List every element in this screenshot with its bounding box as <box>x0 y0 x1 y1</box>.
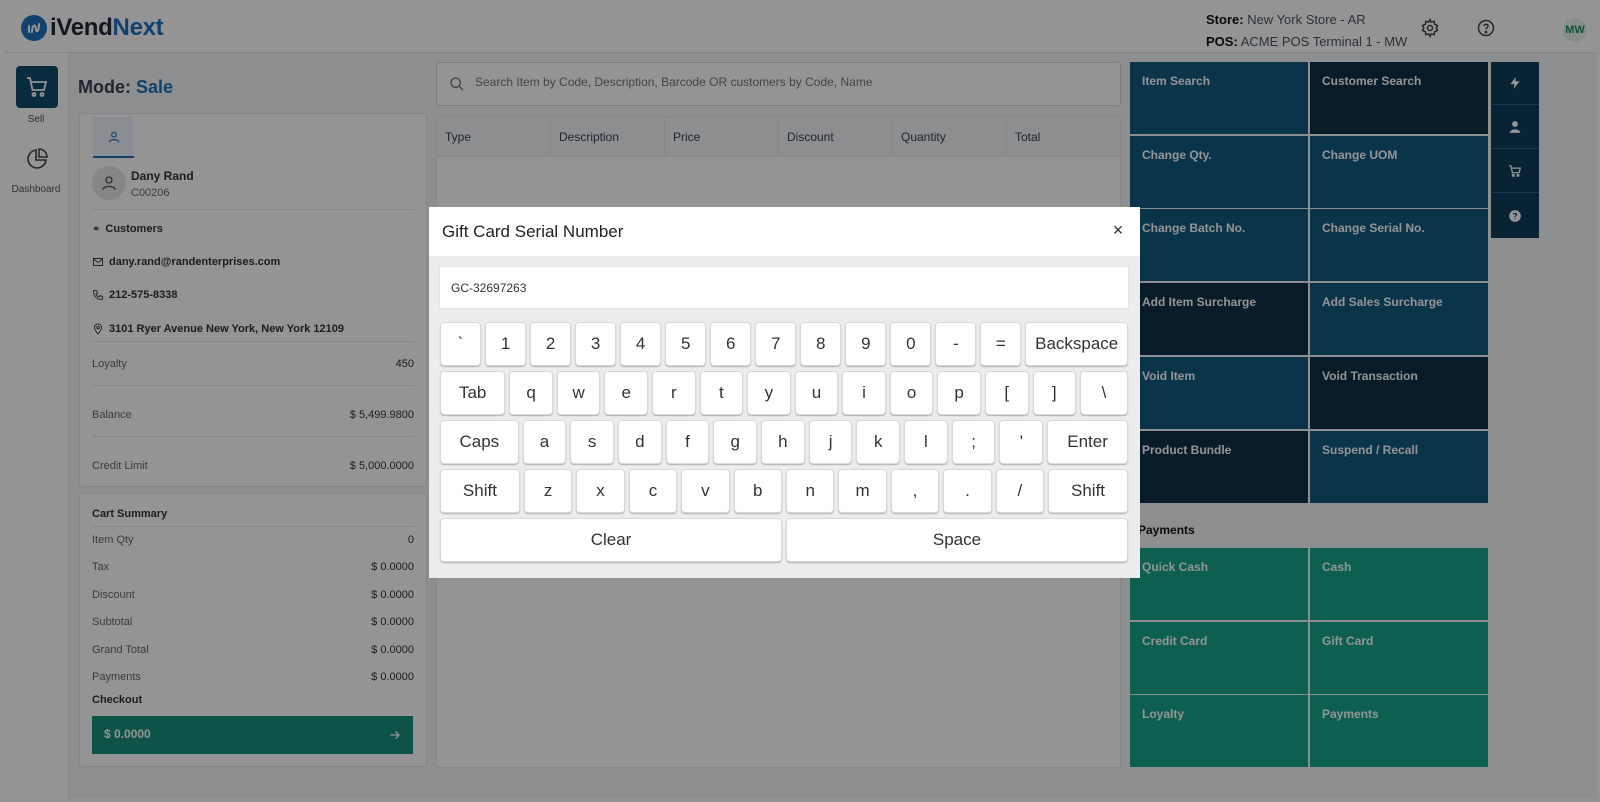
gift-card-serial-modal: Gift Card Serial Number × `1234567890-=B… <box>429 207 1140 578</box>
serial-number-input[interactable] <box>451 281 1051 295</box>
key-clear[interactable]: Clear <box>440 518 782 562</box>
key-9[interactable]: 9 <box>845 322 887 366</box>
key-shift-left[interactable]: Shift <box>440 469 520 513</box>
key-w[interactable]: w <box>556 371 601 415</box>
key-left-bracket[interactable]: [ <box>984 371 1029 415</box>
key-backslash[interactable]: \ <box>1080 371 1128 415</box>
key-equals[interactable]: = <box>980 322 1022 366</box>
key-enter[interactable]: Enter <box>1047 420 1128 464</box>
key-tab[interactable]: Tab <box>440 371 506 415</box>
key-z[interactable]: z <box>523 469 573 513</box>
key-1[interactable]: 1 <box>485 322 527 366</box>
key-i[interactable]: i <box>842 371 886 415</box>
key-backspace[interactable]: Backspace <box>1025 322 1128 366</box>
key-q[interactable]: q <box>509 371 553 415</box>
key-quote[interactable]: ' <box>999 420 1044 464</box>
modal-title: Gift Card Serial Number <box>442 222 624 241</box>
key-j[interactable]: j <box>808 420 853 464</box>
key-y[interactable]: y <box>747 371 791 415</box>
key-b[interactable]: b <box>733 469 782 513</box>
key-m[interactable]: m <box>838 469 887 513</box>
key-0[interactable]: 0 <box>890 322 932 366</box>
key-h[interactable]: h <box>761 420 805 464</box>
key-period[interactable]: . <box>943 469 992 513</box>
key-right-bracket[interactable]: ] <box>1032 371 1077 415</box>
key-v[interactable]: v <box>681 469 730 513</box>
key-6[interactable]: 6 <box>710 322 752 366</box>
key-a[interactable]: a <box>522 420 567 464</box>
key-comma[interactable]: , <box>890 469 940 513</box>
key-backtick[interactable]: ` <box>440 322 482 366</box>
key-3[interactable]: 3 <box>575 322 617 366</box>
key-f[interactable]: f <box>665 420 710 464</box>
key-c[interactable]: c <box>628 469 678 513</box>
key-k[interactable]: k <box>856 420 901 464</box>
key-d[interactable]: d <box>618 420 662 464</box>
key-e[interactable]: e <box>604 371 648 415</box>
key-minus[interactable]: - <box>935 322 977 366</box>
key-5[interactable]: 5 <box>665 322 707 366</box>
key-2[interactable]: 2 <box>530 322 572 366</box>
key-shift-right[interactable]: Shift <box>1048 469 1128 513</box>
key-o[interactable]: o <box>889 371 934 415</box>
key-r[interactable]: r <box>652 371 696 415</box>
key-t[interactable]: t <box>699 371 744 415</box>
key-s[interactable]: s <box>570 420 614 464</box>
key-n[interactable]: n <box>786 469 835 513</box>
key-u[interactable]: u <box>794 371 839 415</box>
key-x[interactable]: x <box>576 469 625 513</box>
serial-number-field[interactable] <box>439 266 1129 309</box>
key-8[interactable]: 8 <box>800 322 842 366</box>
close-icon[interactable]: × <box>1109 221 1127 239</box>
key-caps[interactable]: Caps <box>440 420 519 464</box>
key-slash[interactable]: / <box>995 469 1045 513</box>
key-space[interactable]: Space <box>786 518 1128 562</box>
key-semicolon[interactable]: ; <box>951 420 996 464</box>
key-p[interactable]: p <box>937 371 981 415</box>
key-l[interactable]: l <box>904 420 948 464</box>
key-7[interactable]: 7 <box>755 322 797 366</box>
key-g[interactable]: g <box>713 420 758 464</box>
key-4[interactable]: 4 <box>620 322 662 366</box>
